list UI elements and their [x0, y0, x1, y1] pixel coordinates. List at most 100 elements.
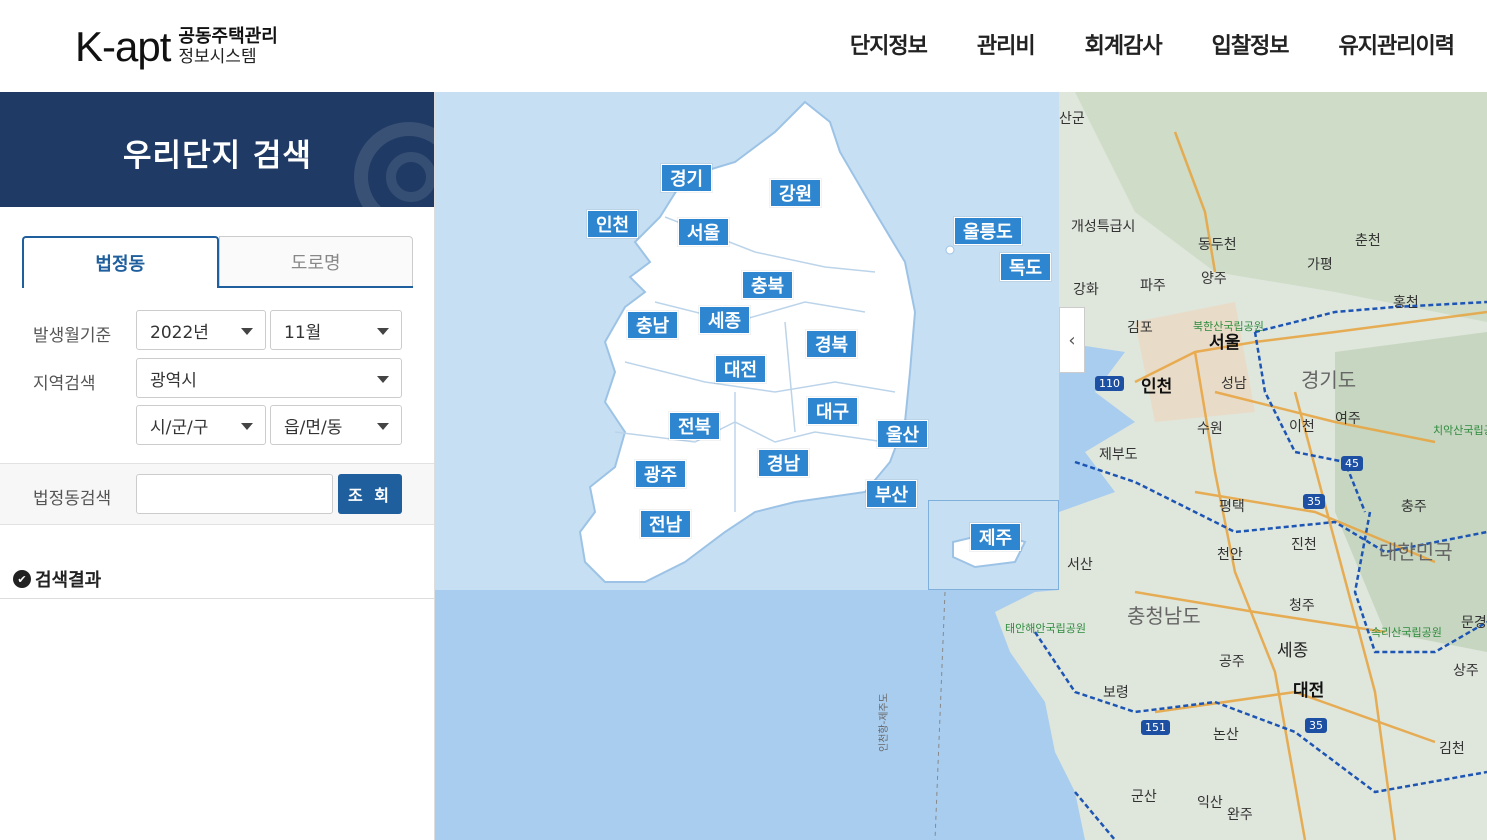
divider [0, 598, 434, 599]
map-label: 서울 [1209, 333, 1241, 353]
region-gyeongnam-button[interactable]: 경남 [758, 449, 810, 477]
map-label: 서산 [1067, 557, 1093, 573]
region-jeonbuk-button[interactable]: 전북 [669, 412, 721, 440]
sido-select-value: 광역시 [150, 370, 197, 391]
map-label: 경기도 [1301, 368, 1357, 392]
chevron-left-icon[interactable]: ‹ [1059, 307, 1085, 373]
map-label: 동두천 [1198, 237, 1237, 253]
month-select[interactable]: 11월 [270, 310, 402, 350]
highway-shield-icon: 35 [1305, 718, 1327, 733]
region-search-label: 지역검색 [33, 374, 96, 394]
map-label: 인천 [1141, 377, 1173, 397]
tab-road-name[interactable]: 도로명 [218, 236, 413, 286]
map-label: 공주 [1219, 654, 1245, 670]
highway-shield-icon: 45 [1341, 456, 1363, 471]
logo-subtitle-line2: 정보시스템 [178, 47, 257, 67]
chevron-down-icon [377, 376, 389, 383]
dong-search-label: 법정동검색 [33, 489, 112, 509]
dong-select[interactable]: 읍/면/동 [270, 405, 402, 445]
sido-select[interactable]: 광역시 [136, 358, 402, 398]
map-label: 완주 [1227, 807, 1253, 823]
map-label: 문경 [1461, 615, 1487, 631]
map-view[interactable]: 산군 개성특급시 동두천 춘천 가평 강화 파주 양주 홍천 김포 북한산국립공… [435, 92, 1487, 840]
map-label: 대전 [1293, 681, 1325, 701]
map-label: 천안 [1217, 547, 1243, 563]
header: K-apt 공동주택관리 정보시스템 단지정보 관리비 회계감사 입찰정보 유지… [0, 0, 1487, 92]
map-label: 홍천 [1393, 295, 1419, 311]
year-select-value: 2022년 [150, 322, 209, 343]
nav-danji-info[interactable]: 단지정보 [850, 28, 928, 60]
map-label: 김포 [1127, 320, 1153, 336]
chevron-down-icon [241, 423, 253, 430]
region-seoul-button[interactable]: 서울 [678, 218, 730, 246]
region-gyeongbuk-button[interactable]: 경북 [806, 330, 858, 358]
region-ulleungdo-button[interactable]: 울릉도 [954, 217, 1022, 245]
date-basis-label: 발생월기준 [33, 326, 112, 346]
month-select-value: 11월 [284, 322, 322, 343]
region-jeju-button[interactable]: 제주 [970, 523, 1022, 551]
nav-bidding-info[interactable]: 입찰정보 [1212, 28, 1290, 60]
highway-shield-icon: 110 [1095, 376, 1124, 391]
region-daejeon-button[interactable]: 대전 [715, 355, 767, 383]
map-label: 태안해안국립공원 [1005, 622, 1086, 635]
main-navigation: 단지정보 관리비 회계감사 입찰정보 유지관리이력 [800, 28, 1455, 60]
region-daegu-button[interactable]: 대구 [807, 397, 859, 425]
map-label: 치악산국립공원 [1433, 424, 1487, 437]
map-label: 상주 [1453, 663, 1479, 679]
region-sejong-button[interactable]: 세종 [699, 306, 751, 334]
logo-subtitle: 공동주택관리 정보시스템 [178, 27, 277, 68]
tab-beopjeongdong[interactable]: 법정동 [22, 236, 219, 288]
map-label: 군산 [1131, 789, 1157, 805]
highway-shield-icon: 35 [1303, 494, 1325, 509]
dong-select-value: 읍/면/동 [284, 417, 343, 438]
region-chungnam-button[interactable]: 충남 [627, 311, 679, 339]
decorative-emblem-inner-icon [386, 152, 434, 202]
map-label: 수원 [1197, 421, 1223, 437]
region-gyeonggi-button[interactable]: 경기 [661, 164, 713, 192]
map-label: 양주 [1201, 271, 1227, 287]
map-label: 논산 [1213, 727, 1239, 743]
nav-maintenance-history[interactable]: 유지관리이력 [1339, 28, 1455, 60]
chevron-down-icon [241, 328, 253, 335]
map-label: 이천 [1289, 419, 1315, 435]
map-label: 보령 [1103, 685, 1129, 701]
region-dokdo-button[interactable]: 독도 [1000, 253, 1052, 281]
map-label: 파주 [1140, 278, 1166, 294]
logo-main-text: K-apt [75, 23, 171, 70]
map-label: 익산 [1197, 795, 1223, 811]
region-chungbuk-button[interactable]: 충북 [742, 271, 794, 299]
region-gwangju-button[interactable]: 광주 [635, 460, 687, 488]
map-label: 김천 [1439, 741, 1465, 757]
map-label: 대한민국 [1379, 540, 1453, 564]
region-ulsan-button[interactable]: 울산 [877, 420, 929, 448]
sidebar-title-banner: 우리단지 검색 [0, 92, 434, 207]
search-results-heading: ✔ 검색결과 [13, 566, 101, 592]
map-label: 충청남도 [1127, 604, 1201, 628]
sigungu-select-value: 시/군/구 [150, 417, 209, 438]
map-label: 제부도 [1099, 447, 1138, 463]
dong-search-row: 법정동검색 조 회 [0, 463, 434, 525]
year-select[interactable]: 2022년 [136, 310, 266, 350]
region-select-map: 경기 강원 인천 서울 울릉도 독도 충북 세종 충남 경북 대전 대구 울산 … [435, 92, 1059, 590]
region-incheon-button[interactable]: 인천 [587, 210, 639, 238]
map-label: 인천항-제주도 [879, 693, 890, 752]
map-label: 성남 [1221, 376, 1247, 392]
map-label: 개성특급시 [1071, 219, 1136, 235]
region-gangwon-button[interactable]: 강원 [770, 179, 822, 207]
nav-management-fee[interactable]: 관리비 [977, 28, 1036, 60]
dong-search-input[interactable] [136, 474, 333, 514]
sigungu-select[interactable]: 시/군/구 [136, 405, 266, 445]
k-apt-logo[interactable]: K-apt 공동주택관리 정보시스템 [75, 22, 278, 72]
region-busan-button[interactable]: 부산 [866, 480, 918, 508]
highway-shield-icon: 151 [1141, 720, 1170, 735]
map-label: 여주 [1335, 411, 1361, 427]
nav-accounting-audit[interactable]: 회계감사 [1085, 28, 1163, 60]
map-label: 춘천 [1355, 233, 1381, 249]
search-button[interactable]: 조 회 [338, 474, 402, 514]
map-label: 평택 [1219, 499, 1245, 515]
search-results-title: 검색결과 [35, 570, 102, 591]
search-sidebar: 우리단지 검색 법정동 도로명 발생월기준 2022년 11월 지역검색 광역시… [0, 92, 435, 840]
region-jeonnam-button[interactable]: 전남 [640, 510, 692, 538]
map-label: 속리산국립공원 [1371, 626, 1442, 639]
map-label: 가평 [1307, 257, 1333, 273]
